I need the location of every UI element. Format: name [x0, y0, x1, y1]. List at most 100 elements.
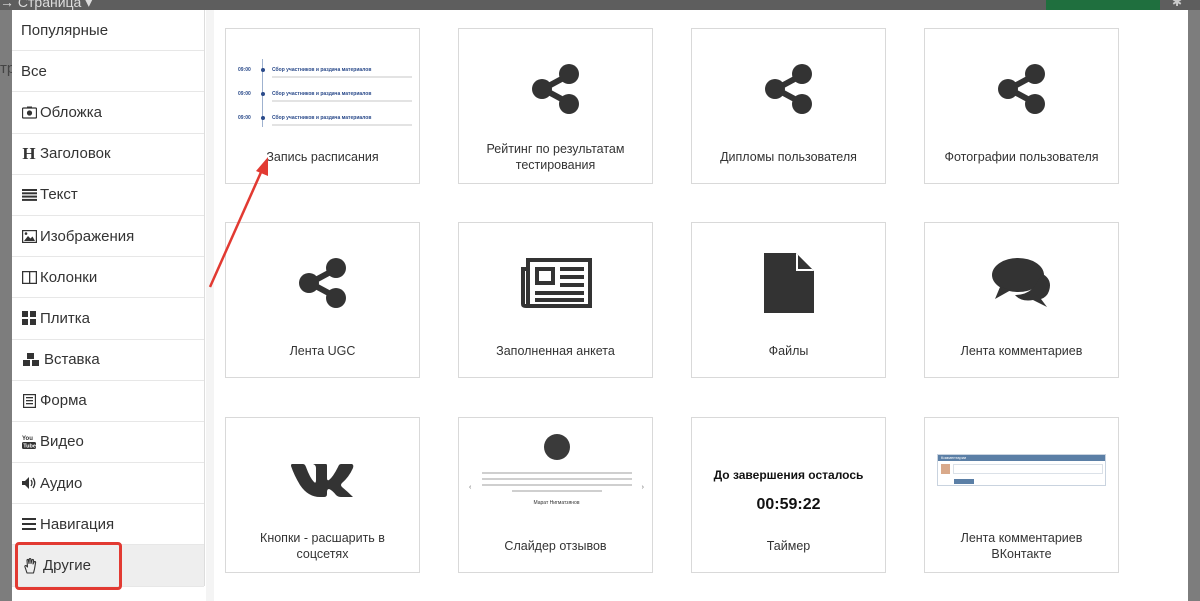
schedule-time: 09:00 [238, 115, 251, 121]
block-card-comments-feed[interactable]: Лента комментариев [924, 222, 1119, 378]
sidebar-item-label: Обложка [40, 103, 102, 121]
volume-icon [21, 475, 37, 491]
sidebar-item-label: Навигация [40, 515, 115, 533]
sidebar-item-columns[interactable]: Колонки [12, 257, 204, 299]
block-card-user-photos[interactable]: Фотографии пользователя [924, 28, 1119, 184]
sidebar-item-label: Текст [40, 186, 78, 204]
grid-icon [21, 310, 37, 326]
vk-icon [226, 428, 419, 528]
block-card-test-rating[interactable]: Рейтинг по результатам тестирования [458, 28, 653, 184]
share-icon [226, 233, 419, 333]
newspaper-icon [459, 233, 652, 333]
sidebar-item-label: Плитка [40, 309, 91, 327]
card-label: Лента комментариев [960, 344, 1083, 358]
schedule-title: Сбор участников и раздача материалов [272, 91, 372, 97]
vk-comments-preview: Комментарии [937, 454, 1106, 486]
card-label: Заполненная анкета [496, 344, 615, 358]
card-label: Дипломы пользователя [720, 150, 857, 164]
block-card-timer[interactable]: До завершения осталось 00:59:22 Таймер [691, 417, 886, 573]
block-picker-modal: Популярные Все Обложка H Заголовок Текст… [12, 10, 1188, 601]
block-card-reviews-slider[interactable]: Марат Нигматзянов ‹ › Слайдер отзывов [458, 417, 653, 573]
schedule-subline [272, 76, 412, 78]
vk-comments-header: Комментарии [938, 455, 1105, 461]
card-label: Кнопки - расшарить в соцсетях [260, 531, 385, 561]
heading-icon: H [22, 143, 36, 163]
schedule-time: 09:00 [238, 67, 251, 73]
sidebar-item-label: Колонки [40, 268, 98, 286]
slider-next-arrow: › [641, 484, 644, 491]
sidebar-item-label: Аудио [40, 474, 83, 492]
reviewer-avatar [543, 434, 570, 460]
sidebar-item-label: Изображения [40, 227, 135, 245]
schedule-title: Сбор участников и раздача материалов [272, 67, 372, 73]
background-topbar: → Страница ▾ [0, 0, 1200, 10]
block-card-schedule-entry[interactable]: 09:00 Сбор участников и раздача материал… [225, 28, 420, 184]
hand-icon [22, 557, 40, 574]
svg-text:Tube: Tube [23, 444, 36, 449]
sidebar-item-navigation[interactable]: Навигация [12, 504, 204, 546]
sidebar-item-tiles[interactable]: Плитка [12, 298, 204, 340]
share-icon [692, 39, 885, 139]
sidebar-scrollbar[interactable] [206, 10, 214, 601]
vk-send-button [954, 479, 974, 484]
sidebar-item-form[interactable]: Форма [12, 381, 204, 422]
vk-comments-title: Комментарии [941, 455, 967, 460]
share-icon [925, 39, 1118, 139]
timeline-dot [261, 68, 265, 72]
block-card-share-buttons[interactable]: Кнопки - расшарить в соцсетях [225, 417, 420, 573]
card-label: Лента комментариев ВКонтакте [960, 531, 1083, 561]
card-label: Запись расписания [266, 150, 379, 164]
sidebar-item-text[interactable]: Текст [12, 175, 204, 216]
card-label: Слайдер отзывов [504, 539, 607, 553]
sidebar-item-heading[interactable]: H Заголовок [12, 134, 204, 175]
sidebar-item-popular[interactable]: Популярные [12, 10, 204, 52]
block-card-ugc-feed[interactable]: Лента UGC [225, 222, 420, 378]
card-label: Фотографии пользователя [944, 150, 1099, 164]
svg-text:You: You [22, 436, 33, 442]
card-label: Лента UGC [289, 344, 356, 358]
cubes-icon [21, 352, 41, 368]
sidebar-item-label: Форма [40, 392, 87, 410]
comments-icon [925, 233, 1118, 333]
sidebar-item-all[interactable]: Все [12, 51, 204, 93]
block-card-filled-form[interactable]: Заполненная анкета [458, 222, 653, 378]
schedule-subline [272, 124, 412, 126]
slider-preview: Марат Нигматзянов ‹ › [459, 434, 654, 524]
block-card-files[interactable]: Файлы [691, 222, 886, 378]
sidebar-item-images[interactable]: Изображения [12, 216, 204, 258]
schedule-time: 09:00 [238, 91, 251, 97]
youtube-icon: You Tube [21, 434, 37, 450]
timeline-dot [261, 92, 265, 96]
block-card-vk-comments[interactable]: Комментарии Лента комментариев ВКонтакте [924, 417, 1119, 573]
form-icon [21, 393, 37, 409]
sidebar-item-label: Видео [40, 433, 84, 451]
slider-prev-arrow: ‹ [469, 484, 472, 491]
timeline-dot [261, 116, 265, 120]
sidebar-item-audio[interactable]: Аудио [12, 463, 204, 505]
sidebar-item-label: Заголовок [40, 145, 111, 163]
timer-preview: До завершения осталось 00:59:22 [692, 468, 885, 514]
reviewer-name: Марат Нигматзянов [533, 500, 580, 506]
card-label: Рейтинг по результатам тестирования [486, 142, 625, 172]
gear-icon: ✱ [1172, 0, 1183, 9]
card-label: Файлы [768, 344, 809, 358]
image-icon [21, 228, 37, 244]
camera-icon [21, 104, 37, 120]
sidebar-item-video[interactable]: You Tube Видео [12, 422, 204, 464]
sidebar-item-other[interactable]: Другие [12, 545, 204, 587]
sidebar-item-label: Все [21, 62, 47, 80]
background-left-strip: тр [0, 10, 15, 601]
background-save-button [1046, 0, 1160, 10]
sidebar-item-label: Популярные [21, 21, 109, 39]
schedule-title: Сбор участников и раздача материалов [272, 115, 372, 121]
background-right-strip [1188, 10, 1200, 601]
schedule-subline [272, 100, 412, 102]
block-card-user-diplomas[interactable]: Дипломы пользователя [691, 28, 886, 184]
file-icon [692, 233, 885, 333]
sidebar-item-embed[interactable]: Вставка [12, 340, 204, 381]
sidebar-item-cover[interactable]: Обложка [12, 92, 204, 134]
schedule-preview: 09:00 Сбор участников и раздача материал… [226, 53, 421, 133]
align-justify-icon [21, 187, 37, 203]
category-sidebar: Популярные Все Обложка H Заголовок Текст… [12, 10, 205, 587]
timer-value: 00:59:22 [756, 496, 821, 513]
